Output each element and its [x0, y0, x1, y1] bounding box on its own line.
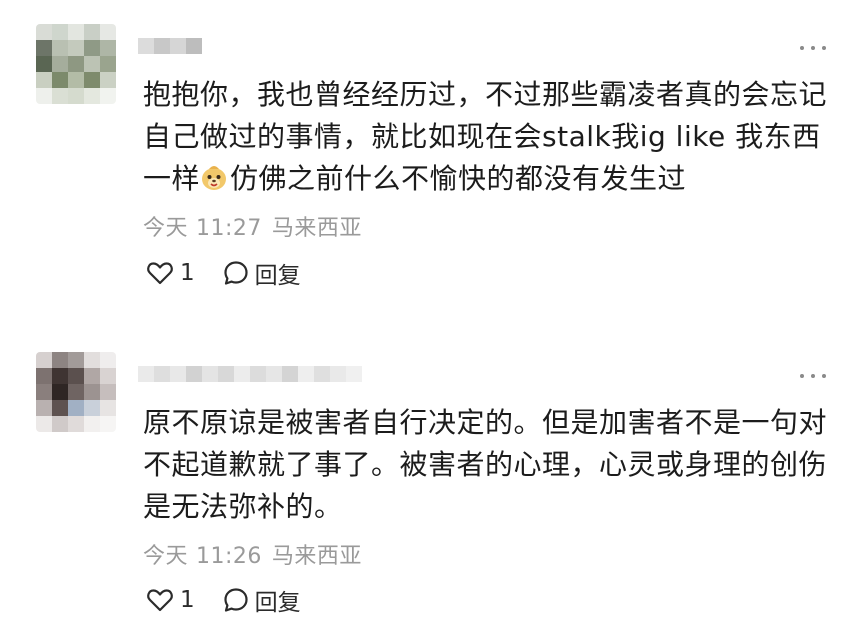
like-button[interactable]: 1	[146, 260, 195, 286]
smiling-meerkat-emoji-icon	[202, 166, 227, 190]
comment-time: 11:26	[196, 544, 262, 569]
more-dots-icon	[800, 374, 804, 378]
more-dots-icon	[811, 46, 815, 50]
avatar[interactable]	[36, 24, 116, 104]
heart-outline-icon	[147, 589, 173, 612]
more-dots-icon	[822, 46, 826, 50]
more-dots-icon	[822, 374, 826, 378]
like-count: 1	[180, 260, 195, 286]
comment-meta: 今天 11:26 马来西亚	[143, 538, 362, 570]
comment-meta: 今天 11:27 马来西亚	[143, 210, 362, 242]
comment-text-part: 仿佛之前什么不愉快的都没有发生过	[230, 162, 687, 195]
comment-actions: 1 回复	[146, 256, 301, 290]
reply-button[interactable]: 回复	[223, 583, 301, 617]
like-count: 1	[180, 587, 195, 613]
more-options-button[interactable]	[800, 44, 826, 52]
comment-item: 原不原谅是被害者自行决定的。但是加害者不是一句对不起道歉就了事了。被害者的心理，…	[0, 312, 862, 624]
comment-text: 抱抱你，我也曾经经历过，不过那些霸凌者真的会忘记自己做过的事情，就比如现在会st…	[143, 74, 833, 200]
username-blurred[interactable]	[138, 366, 362, 382]
more-dots-icon	[800, 46, 804, 50]
comment-text-part: 原不原谅是被害者自行决定的。但是加害者不是一句对不起道歉就了事了。被害者的心理，…	[143, 406, 828, 523]
avatar[interactable]	[36, 352, 116, 432]
comment-item: 抱抱你，我也曾经经历过，不过那些霸凌者真的会忘记自己做过的事情，就比如现在会st…	[0, 0, 862, 312]
heart-outline-icon	[147, 262, 173, 285]
reply-label: 回复	[254, 263, 301, 289]
comment-text: 原不原谅是被害者自行决定的。但是加害者不是一句对不起道歉就了事了。被害者的心理，…	[143, 402, 833, 528]
comment-date: 今天	[143, 216, 189, 241]
like-button[interactable]: 1	[146, 587, 195, 613]
comment-location: 马来西亚	[271, 544, 362, 569]
more-options-button[interactable]	[800, 372, 826, 380]
username-blurred[interactable]	[138, 38, 202, 54]
more-dots-icon	[811, 374, 815, 378]
comment-location: 马来西亚	[271, 216, 362, 241]
speech-bubble-icon	[224, 588, 248, 612]
comment-date: 今天	[143, 544, 189, 569]
comment-time: 11:27	[196, 216, 262, 241]
speech-bubble-icon	[224, 261, 248, 285]
reply-label: 回复	[254, 590, 301, 616]
comment-actions: 1 回复	[146, 583, 301, 617]
reply-button[interactable]: 回复	[223, 256, 301, 290]
